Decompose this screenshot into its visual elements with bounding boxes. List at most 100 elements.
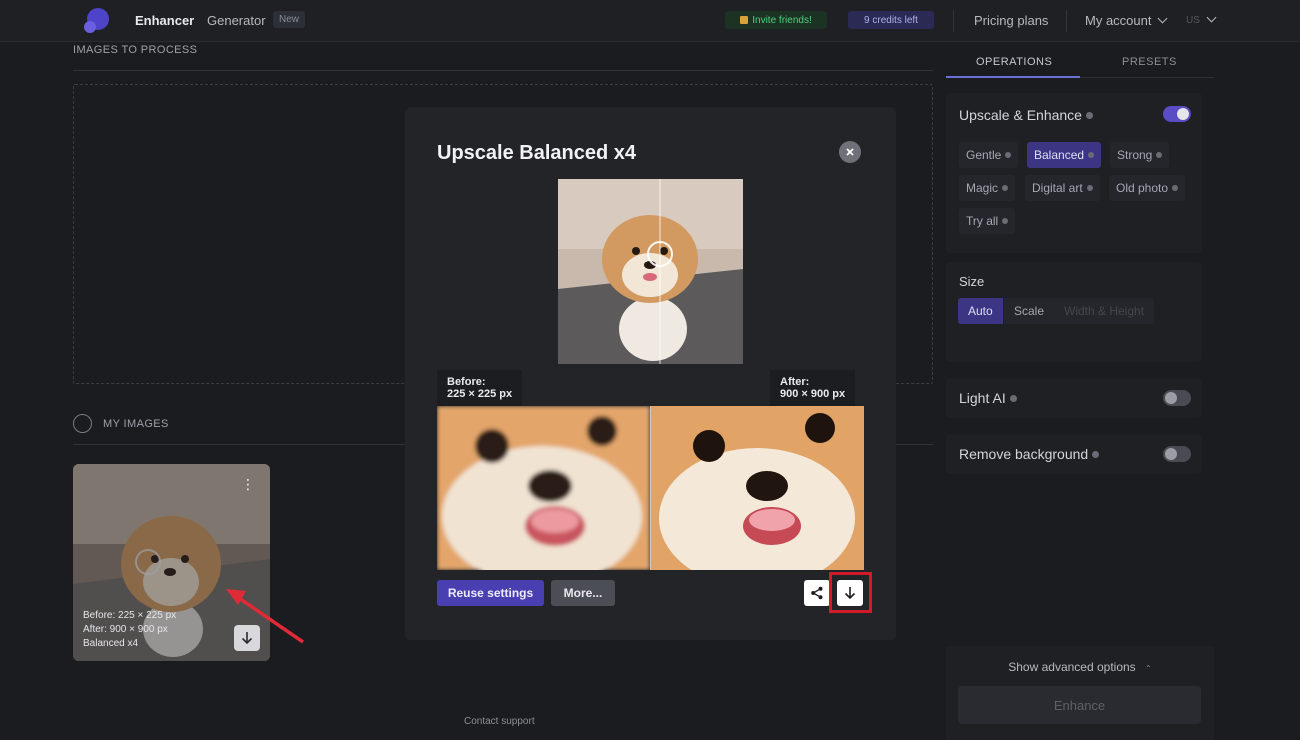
info-icon xyxy=(1002,218,1009,224)
info-icon[interactable] xyxy=(1092,451,1100,458)
close-button[interactable] xyxy=(839,141,861,163)
mode-label: Try all xyxy=(966,214,999,228)
gift-icon xyxy=(740,16,749,24)
thumbnail-info: Before: 225 × 225 px After: 900 × 900 px… xyxy=(83,609,176,651)
mode-magic[interactable]: Magic xyxy=(959,175,1016,201)
dog-closeup-comparison xyxy=(437,406,864,570)
before-size-text: 225 × 225 px xyxy=(447,388,513,400)
nav-pricing-plans[interactable]: Pricing plans xyxy=(974,13,1048,28)
after-label-text: After: xyxy=(780,376,810,388)
remove-background-toggle[interactable] xyxy=(1163,446,1191,462)
thumbnail-download-button[interactable] xyxy=(234,625,260,651)
download-icon xyxy=(241,632,253,645)
mode-balanced[interactable]: Balanced xyxy=(1027,142,1102,168)
modal-title: Upscale Balanced x4 xyxy=(437,142,636,164)
thumbnail-after-size: After: 900 × 900 px xyxy=(83,624,168,635)
tab-presets[interactable]: PRESETS xyxy=(1122,56,1177,68)
info-icon xyxy=(1088,152,1095,158)
image-thumbnail[interactable]: ⋮ Before: 225 × 225 px After: 900 × 900 … xyxy=(73,464,270,661)
enhance-button[interactable]: Enhance xyxy=(958,686,1201,724)
select-all-radio[interactable] xyxy=(73,414,92,433)
top-navigation-bar: Enhancer Generator New Invite friends! 9… xyxy=(0,0,1300,42)
info-icon[interactable] xyxy=(1085,112,1093,119)
app-logo[interactable] xyxy=(83,7,110,34)
nav-divider xyxy=(1066,10,1067,32)
zoom-comparison xyxy=(437,406,864,570)
size-card: Size Auto Scale Width & Height xyxy=(946,262,1202,362)
light-ai-title: Light AI xyxy=(959,390,1017,406)
mode-label: Balanced xyxy=(1034,148,1085,162)
my-account-label: My account xyxy=(1085,13,1152,28)
size-title: Size xyxy=(959,274,985,289)
contact-support-link[interactable]: Contact support xyxy=(464,716,535,727)
result-modal: Upscale Balanced x4 Before: 225 × 225 px… xyxy=(405,107,896,640)
light-ai-toggle[interactable] xyxy=(1163,390,1191,406)
share-button[interactable] xyxy=(804,580,830,606)
language-selector[interactable]: US xyxy=(1186,12,1217,26)
nav-enhancer[interactable]: Enhancer xyxy=(135,13,194,28)
before-size-label: Before: 225 × 225 px xyxy=(437,370,523,406)
before-after-preview[interactable] xyxy=(558,179,743,364)
more-options-icon[interactable]: ⋮ xyxy=(241,476,255,493)
toggle-knob xyxy=(1165,392,1177,404)
size-scale[interactable]: Scale xyxy=(1004,298,1055,324)
close-icon xyxy=(846,148,854,156)
mode-old-photo[interactable]: Old photo xyxy=(1109,175,1186,201)
after-size-label: After: 900 × 900 px xyxy=(770,370,856,406)
settings-tabs: OPERATIONS PRESETS xyxy=(946,50,1214,78)
mode-label: Magic xyxy=(966,181,999,195)
size-auto[interactable]: Auto xyxy=(958,298,1003,324)
mode-strong[interactable]: Strong xyxy=(1110,142,1170,168)
advanced-options-panel: Show advanced options ⌃ Enhance xyxy=(946,646,1214,740)
nav-divider xyxy=(953,10,954,32)
upscale-enhance-card: Upscale & Enhance Gentle Balanced Strong… xyxy=(946,93,1202,253)
upscale-enhance-toggle[interactable] xyxy=(1163,106,1191,122)
mode-label: Old photo xyxy=(1116,181,1169,195)
share-icon xyxy=(811,586,823,600)
info-icon xyxy=(1086,185,1093,191)
chevron-up-icon: ⌃ xyxy=(1145,664,1152,673)
mode-label: Gentle xyxy=(966,148,1002,162)
tab-operations[interactable]: OPERATIONS xyxy=(976,56,1052,68)
thumbnail-before-size: Before: 225 × 225 px xyxy=(83,610,177,621)
info-icon xyxy=(1002,185,1009,191)
reuse-settings-button[interactable]: Reuse settings xyxy=(437,580,544,606)
mode-label: Digital art xyxy=(1032,181,1083,195)
mode-try-all[interactable]: Try all xyxy=(959,208,1016,234)
chevron-down-icon xyxy=(1158,13,1168,24)
divider xyxy=(73,70,933,71)
upscale-enhance-title: Upscale & Enhance xyxy=(959,107,1093,123)
language-label: US xyxy=(1186,15,1200,26)
show-advanced-options-label: Show advanced options xyxy=(1008,660,1136,674)
mode-gentle[interactable]: Gentle xyxy=(959,142,1019,168)
dog-preview-image xyxy=(558,179,743,364)
info-icon xyxy=(1156,152,1163,158)
info-icon[interactable] xyxy=(1009,395,1017,402)
before-label-text: Before: xyxy=(447,376,486,388)
upscale-enhance-label: Upscale & Enhance xyxy=(959,107,1082,123)
credits-badge[interactable]: 9 credits left xyxy=(848,11,934,29)
nav-generator[interactable]: Generator xyxy=(207,13,266,28)
light-ai-card: Light AI xyxy=(946,378,1202,418)
mode-label: Strong xyxy=(1117,148,1153,162)
toggle-knob xyxy=(1165,448,1177,460)
thumbnail-mode: Balanced x4 xyxy=(83,638,139,649)
remove-background-title: Remove background xyxy=(959,446,1100,462)
my-account-menu[interactable]: My account xyxy=(1085,13,1168,28)
size-width-height[interactable]: Width & Height xyxy=(1054,298,1155,324)
download-highlight-box xyxy=(829,572,872,613)
new-badge: New xyxy=(273,11,306,28)
more-button[interactable]: More... xyxy=(551,580,615,606)
my-images-heading: MY IMAGES xyxy=(103,418,169,430)
after-size-text: 900 × 900 px xyxy=(780,388,846,400)
toggle-knob xyxy=(1177,108,1189,120)
remove-background-label: Remove background xyxy=(959,446,1089,462)
info-icon xyxy=(1005,152,1012,158)
invite-friends-button[interactable]: Invite friends! xyxy=(725,11,827,29)
show-advanced-options[interactable]: Show advanced options ⌃ xyxy=(946,660,1214,674)
remove-background-card: Remove background xyxy=(946,434,1202,474)
info-icon xyxy=(1172,185,1179,191)
mode-digital-art[interactable]: Digital art xyxy=(1025,175,1100,201)
invite-friends-label: Invite friends! xyxy=(752,14,812,26)
chevron-down-icon xyxy=(1206,12,1217,23)
